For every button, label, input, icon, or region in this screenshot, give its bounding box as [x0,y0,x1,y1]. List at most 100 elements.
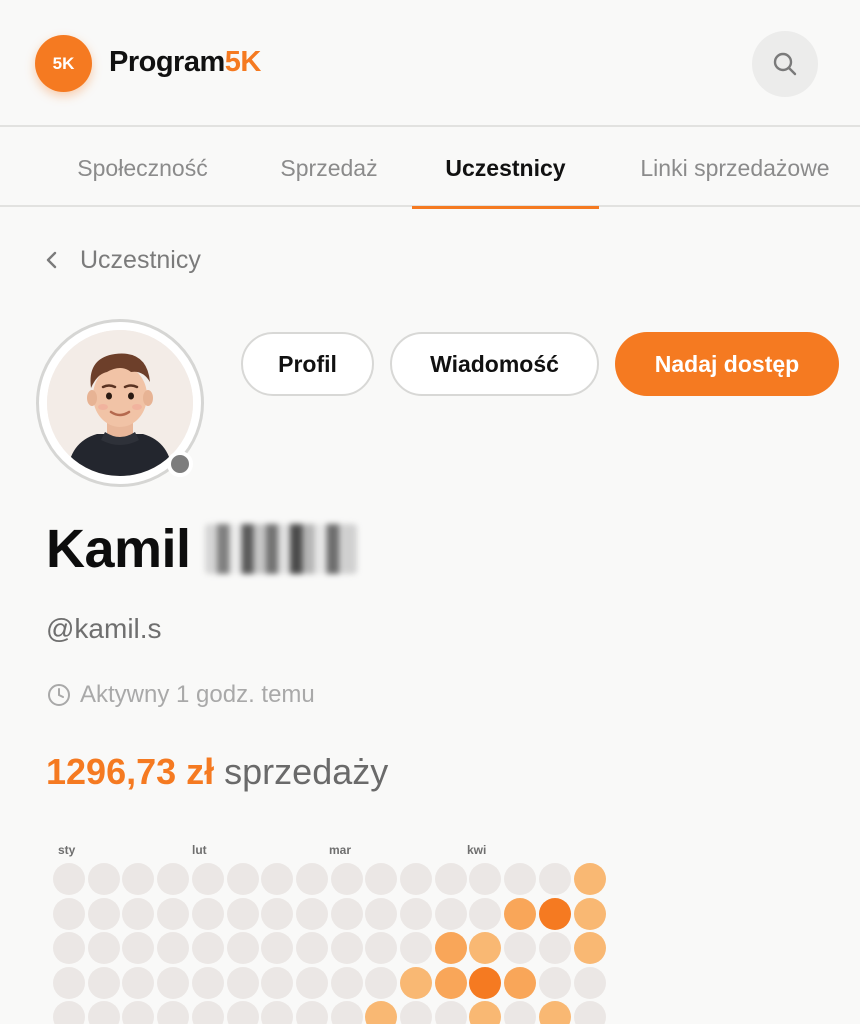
activity-cell[interactable] [157,966,190,999]
activity-cell[interactable] [53,932,85,965]
activity-cell[interactable] [538,1001,571,1024]
activity-cell[interactable] [400,1001,432,1024]
activity-cell[interactable] [295,932,328,965]
activity-cell[interactable] [365,897,398,930]
activity-cell[interactable] [538,897,571,930]
activity-cell[interactable] [157,897,190,930]
activity-cell[interactable] [538,966,571,999]
profile-button[interactable]: Profil [241,332,374,396]
activity-cell[interactable] [504,897,537,930]
activity-cell[interactable] [122,863,155,895]
logo-badge[interactable]: 5K [35,35,92,92]
activity-cell[interactable] [504,1001,537,1024]
activity-cell[interactable] [191,897,224,930]
activity-cell[interactable] [295,897,328,930]
activity-cell[interactable] [261,1001,294,1024]
activity-cell[interactable] [295,1001,328,1024]
chevron-left-icon [46,251,57,269]
activity-cell[interactable] [261,966,294,999]
activity-cell[interactable] [53,966,85,999]
activity-cell[interactable] [434,897,467,930]
tab-sprzedaz[interactable]: Sprzedaż [275,129,383,207]
activity-cell[interactable] [330,1001,363,1024]
activity-cell[interactable] [122,966,155,999]
activity-cell[interactable] [573,863,606,895]
first-name: Kamil [46,519,191,579]
sales-label: sprzedaży [224,751,389,792]
activity-cell[interactable] [469,863,502,895]
month-label: mar [329,843,352,857]
activity-cell[interactable] [87,966,120,999]
last-active: Aktywny 1 godz. temu [46,680,315,710]
activity-cell[interactable] [261,863,294,895]
activity-cell[interactable] [504,966,537,999]
activity-cell[interactable] [261,932,294,965]
activity-cell[interactable] [469,966,502,999]
activity-cell[interactable] [191,932,224,965]
redacted-last-name [204,524,357,574]
activity-cell[interactable] [87,932,120,965]
activity-cell[interactable] [53,897,85,930]
participant-name: Kamil [46,518,357,580]
tab-spolecznosc[interactable]: Społeczność [70,129,215,207]
activity-cell[interactable] [573,1001,606,1024]
activity-cell[interactable] [573,932,606,965]
tab-linki-sprzedazowe[interactable]: Linki sprzedażowe [630,129,840,207]
activity-cell[interactable] [53,1001,85,1024]
activity-cell[interactable] [365,1001,398,1024]
tab-uczestnicy[interactable]: Uczestnicy [412,129,599,209]
back-link[interactable]: Uczestnicy [44,244,201,276]
activity-cell[interactable] [330,932,363,965]
activity-cell[interactable] [538,932,571,965]
brand-name[interactable]: Program5K [109,46,261,79]
activity-cell[interactable] [400,897,432,930]
activity-cell[interactable] [157,932,190,965]
activity-cell[interactable] [365,966,398,999]
activity-cell[interactable] [157,863,190,895]
activity-cell[interactable] [504,863,537,895]
activity-cell[interactable] [226,863,259,895]
activity-cell[interactable] [504,932,537,965]
activity-cell[interactable] [330,966,363,999]
activity-cell[interactable] [53,863,85,895]
activity-cell[interactable] [400,966,432,999]
activity-cell[interactable] [434,932,467,965]
activity-cell[interactable] [295,966,328,999]
activity-cell[interactable] [330,863,363,895]
activity-cell[interactable] [469,1001,502,1024]
activity-cell[interactable] [330,897,363,930]
activity-cell[interactable] [122,897,155,930]
participant-handle: @kamil.s [46,613,162,644]
activity-cell[interactable] [469,897,502,930]
activity-cell[interactable] [191,966,224,999]
activity-cell[interactable] [122,932,155,965]
activity-cell[interactable] [538,863,571,895]
activity-cell[interactable] [226,966,259,999]
search-button[interactable] [752,31,818,97]
activity-cell[interactable] [87,863,120,895]
activity-cell[interactable] [573,897,606,930]
activity-cell[interactable] [400,932,432,965]
message-button[interactable]: Wiadomość [390,332,599,396]
activity-cell[interactable] [434,1001,467,1024]
activity-cell[interactable] [573,966,606,999]
activity-cell[interactable] [261,897,294,930]
calendar-months: sty lut mar kwi [0,843,860,859]
activity-cell[interactable] [191,863,224,895]
activity-cell[interactable] [365,863,398,895]
activity-cell[interactable] [87,897,120,930]
activity-cell[interactable] [365,932,398,965]
activity-cell[interactable] [400,863,432,895]
grant-access-button[interactable]: Nadaj dostęp [615,332,839,396]
activity-cell[interactable] [191,1001,224,1024]
activity-cell[interactable] [434,966,467,999]
activity-cell[interactable] [157,1001,190,1024]
activity-cell[interactable] [226,1001,259,1024]
activity-cell[interactable] [122,1001,155,1024]
activity-cell[interactable] [295,863,328,895]
activity-cell[interactable] [87,1001,120,1024]
activity-cell[interactable] [226,897,259,930]
activity-cell[interactable] [434,863,467,895]
activity-cell[interactable] [226,932,259,965]
activity-cell[interactable] [469,932,502,965]
